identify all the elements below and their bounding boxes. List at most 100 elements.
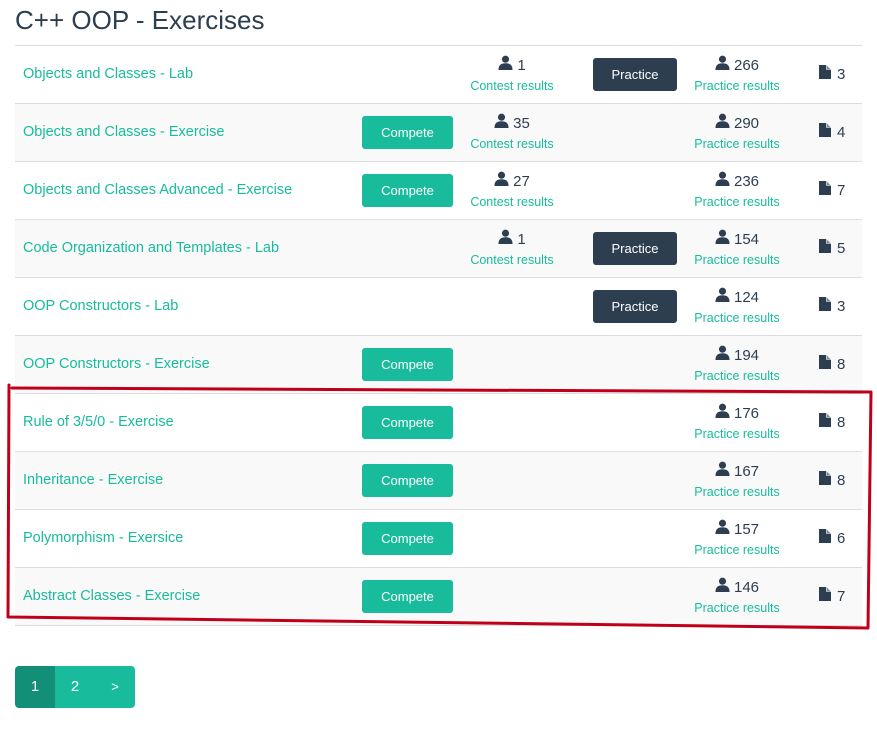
- practice-results-link[interactable]: Practice results: [688, 308, 786, 328]
- docs-count: 8: [837, 356, 846, 373]
- resources-count[interactable]: 3: [819, 278, 845, 335]
- user-icon: [715, 403, 730, 424]
- resources-count[interactable]: 7: [819, 568, 845, 625]
- contest-results-link[interactable]: Contest results: [464, 250, 560, 270]
- practice-button[interactable]: Practice: [593, 58, 677, 91]
- exercise-title-link[interactable]: Objects and Classes - Lab: [23, 46, 193, 103]
- practice-results-link[interactable]: Practice results: [688, 250, 786, 270]
- user-icon: [715, 345, 730, 366]
- exercise-title-link[interactable]: Inheritance - Exercise: [23, 452, 163, 509]
- practice-results-link[interactable]: Practice results: [688, 482, 786, 502]
- practice-count: 236: [733, 172, 760, 190]
- compete-button[interactable]: Compete: [362, 406, 453, 439]
- practice-results-link[interactable]: Practice results: [688, 424, 786, 444]
- user-icon: [715, 577, 730, 598]
- page-title: C++ OOP - Exercises: [15, 5, 265, 35]
- user-icon: [715, 55, 730, 76]
- docs-count: 4: [837, 124, 846, 141]
- docs-count: 7: [837, 182, 846, 199]
- contest-results-link[interactable]: Contest results: [464, 76, 560, 96]
- practice-stat: 290 Practice results: [688, 113, 786, 154]
- resources-count[interactable]: 8: [819, 394, 845, 451]
- resources-count[interactable]: 8: [819, 452, 845, 509]
- practice-count: 290: [733, 114, 760, 132]
- exercise-title-link[interactable]: Objects and Classes - Exercise: [23, 104, 224, 161]
- practice-stat: 154 Practice results: [688, 229, 786, 270]
- document-icon: [819, 162, 831, 219]
- practice-results-link[interactable]: Practice results: [688, 366, 786, 386]
- exercise-title-link[interactable]: Code Organization and Templates - Lab: [23, 220, 279, 277]
- page-1-button[interactable]: 1: [15, 666, 55, 708]
- exercise-row: OOP Constructors - Exercise Compete 194 Pra…: [15, 336, 862, 394]
- user-icon: [498, 229, 513, 250]
- compete-button[interactable]: Compete: [362, 174, 453, 207]
- exercise-list: Objects and Classes - Lab 1 Contest result…: [15, 45, 862, 626]
- document-icon: [819, 278, 831, 335]
- exercise-title-link[interactable]: Polymorphism - Exersice: [23, 510, 183, 567]
- resources-count[interactable]: 6: [819, 510, 845, 567]
- exercise-title-link[interactable]: Objects and Classes Advanced - Exercise: [23, 162, 292, 219]
- compete-button[interactable]: Compete: [362, 348, 453, 381]
- docs-count: 7: [837, 588, 846, 605]
- practice-count: 154: [733, 230, 760, 248]
- practice-count: 266: [733, 56, 760, 74]
- user-icon: [715, 519, 730, 540]
- docs-count: 8: [837, 414, 846, 431]
- practice-button[interactable]: Practice: [593, 232, 677, 265]
- document-icon: [819, 568, 831, 625]
- document-icon: [819, 510, 831, 567]
- contest-results-link[interactable]: Contest results: [464, 134, 560, 154]
- practice-results-link[interactable]: Practice results: [688, 192, 786, 212]
- resources-count[interactable]: 7: [819, 162, 845, 219]
- contest-count: 1: [517, 230, 526, 248]
- user-icon: [715, 287, 730, 308]
- practice-results-link[interactable]: Practice results: [688, 540, 786, 560]
- document-icon: [819, 104, 831, 161]
- practice-count: 167: [733, 462, 760, 480]
- practice-count: 157: [733, 520, 760, 538]
- practice-count: 146: [733, 578, 760, 596]
- user-icon: [715, 171, 730, 192]
- contest-stat: 35 Contest results: [464, 113, 560, 154]
- pagination: 1 2 >: [15, 666, 135, 708]
- resources-count[interactable]: 8: [819, 336, 845, 393]
- practice-results-link[interactable]: Practice results: [688, 76, 786, 96]
- page-2-button[interactable]: 2: [55, 666, 95, 708]
- contest-stat: 27 Contest results: [464, 171, 560, 212]
- exercise-row: Abstract Classes - Exercise Compete 146 Pra…: [15, 568, 862, 626]
- user-icon: [715, 461, 730, 482]
- contest-stat: 1 Contest results: [464, 229, 560, 270]
- practice-stat: 146 Practice results: [688, 577, 786, 618]
- resources-count[interactable]: 5: [819, 220, 845, 277]
- exercise-row: Polymorphism - Exersice Compete 157 Practic…: [15, 510, 862, 568]
- exercise-row: Objects and Classes - Exercise Compete 35 C…: [15, 104, 862, 162]
- document-icon: [819, 394, 831, 451]
- compete-button[interactable]: Compete: [362, 522, 453, 555]
- user-icon: [494, 171, 509, 192]
- practice-button[interactable]: Practice: [593, 290, 677, 323]
- practice-stat: 167 Practice results: [688, 461, 786, 502]
- contest-count: 27: [513, 172, 530, 190]
- contest-results-link[interactable]: Contest results: [464, 192, 560, 212]
- exercise-title-link[interactable]: OOP Constructors - Lab: [23, 278, 178, 335]
- practice-stat: 266 Practice results: [688, 55, 786, 96]
- practice-results-link[interactable]: Practice results: [688, 598, 786, 618]
- resources-count[interactable]: 4: [819, 104, 845, 161]
- exercise-row: OOP Constructors - Lab Practice 124 Practic…: [15, 278, 862, 336]
- resources-count[interactable]: 3: [819, 46, 845, 103]
- exercise-title-link[interactable]: OOP Constructors - Exercise: [23, 336, 210, 393]
- exercise-row: Code Organization and Templates - Lab 1 Co…: [15, 220, 862, 278]
- user-icon: [498, 55, 513, 76]
- exercise-row: Rule of 3/5/0 - Exercise Compete 176 Practi…: [15, 394, 862, 452]
- compete-button[interactable]: Compete: [362, 580, 453, 613]
- contest-count: 35: [513, 114, 530, 132]
- compete-button[interactable]: Compete: [362, 116, 453, 149]
- practice-results-link[interactable]: Practice results: [688, 134, 786, 154]
- compete-button[interactable]: Compete: [362, 464, 453, 497]
- practice-stat: 157 Practice results: [688, 519, 786, 560]
- exercise-title-link[interactable]: Rule of 3/5/0 - Exercise: [23, 394, 174, 451]
- docs-count: 6: [837, 530, 846, 547]
- next-page-button[interactable]: >: [95, 666, 135, 708]
- exercise-title-link[interactable]: Abstract Classes - Exercise: [23, 568, 200, 625]
- docs-count: 3: [837, 298, 846, 315]
